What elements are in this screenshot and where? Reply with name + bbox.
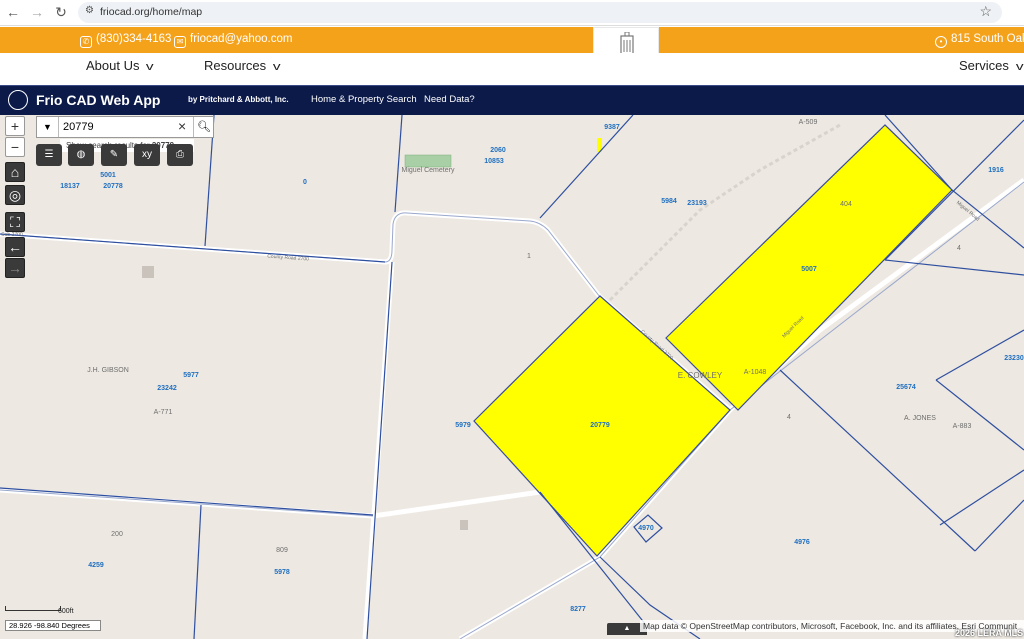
- scale-label: 600ft: [58, 608, 74, 615]
- menu-services[interactable]: Services v: [959, 58, 1024, 73]
- building-icon: [620, 32, 634, 54]
- coordinate-readout: 28.926 -98.840 Degrees: [5, 620, 101, 631]
- map-label: J.H. GIBSON: [87, 367, 129, 374]
- map-label: A-771: [154, 409, 173, 416]
- browser-toolbar: ← → ↻ ⚙ friocad.org/home/map ☆: [0, 0, 1024, 26]
- parcel-label: 8277: [570, 606, 586, 613]
- forward-icon[interactable]: →: [29, 4, 45, 20]
- parcel-label: 4970: [638, 525, 654, 532]
- search-source-dropdown[interactable]: ▼: [37, 117, 59, 137]
- parcel-label: 25674: [896, 384, 916, 391]
- link-need-data[interactable]: Need Data?: [424, 94, 475, 105]
- parcel-label: 23242: [157, 385, 177, 392]
- email-text: friocad@yahoo.com: [190, 33, 293, 45]
- parcel-map[interactable]: 9387 2060 10853 5001 20778 18137 0 5984 …: [0, 115, 1024, 639]
- main-menu: About Us v Resources v Services v: [0, 53, 1024, 83]
- map-canvas[interactable]: 9387 2060 10853 5001 20778 18137 0 5984 …: [0, 115, 1024, 639]
- app-title: Frio CAD Web App: [36, 92, 161, 108]
- map-label: 809: [276, 547, 288, 554]
- address-link[interactable]: • 815 South Oak: [935, 33, 1024, 48]
- parcel-label: 4976: [794, 539, 810, 546]
- parcel-label: 23193: [687, 200, 707, 207]
- parcel-label: 5979: [455, 422, 471, 429]
- url-text: friocad.org/home/map: [100, 6, 203, 18]
- zoom-out-button[interactable]: −: [5, 137, 25, 157]
- app-header: Frio CAD Web App by Pritchard & Abbott, …: [0, 85, 1024, 115]
- phone-icon: ✆: [80, 36, 92, 48]
- menu-about[interactable]: About Us v: [86, 58, 155, 73]
- email-link[interactable]: ✉ friocad@yahoo.com: [174, 33, 292, 48]
- map-label: 4: [787, 414, 791, 421]
- link-home-property-search[interactable]: Home & Property Search: [311, 94, 417, 105]
- parcel-label: 5001: [100, 172, 116, 179]
- location-icon: •: [935, 36, 947, 48]
- scale-bar: [5, 606, 61, 611]
- contact-bar: ✆ (830)334-4163 ✉ friocad@yahoo.com • 815 S…: [0, 27, 1024, 53]
- mail-icon: ✉: [174, 36, 186, 48]
- clear-icon[interactable]: ×: [178, 118, 186, 134]
- parcel-label: 5984: [661, 198, 677, 205]
- map-label: A-509: [799, 119, 818, 126]
- parcel-label: 1916: [988, 167, 1004, 174]
- measure-icon[interactable]: ✎: [101, 144, 127, 166]
- chevron-down-icon: v: [1015, 61, 1024, 73]
- parcel-label: 18137: [60, 183, 80, 190]
- menu-services-label: Services: [959, 58, 1009, 73]
- parcel-label: 5007: [801, 266, 817, 273]
- parcel-label: 5978: [274, 569, 290, 576]
- map-label: A-883: [953, 423, 972, 430]
- app-logo-icon: [8, 90, 28, 110]
- basemap-icon[interactable]: ◍: [68, 144, 94, 166]
- map-label: E. COWLEY: [678, 371, 723, 380]
- bookmark-star-icon[interactable]: ☆: [979, 3, 992, 20]
- parcel-label: 23230: [1004, 355, 1024, 362]
- parcel-label: 0: [303, 179, 307, 186]
- reload-icon[interactable]: ↻: [53, 4, 69, 20]
- zoom-in-button[interactable]: +: [5, 116, 25, 136]
- map-label: 404: [840, 201, 852, 208]
- coordinate-icon[interactable]: xy: [134, 144, 160, 166]
- address-text: 815 South Oak: [951, 33, 1024, 45]
- map-label: Miguel Cemetery: [402, 167, 455, 174]
- chevron-down-icon: v: [273, 61, 281, 73]
- app-byline: by Pritchard & Abbott, Inc.: [188, 95, 289, 104]
- parcel-label: 20778: [103, 183, 123, 190]
- locate-icon[interactable]: ◎: [5, 185, 25, 205]
- address-bar[interactable]: ⚙ friocad.org/home/map ☆: [78, 2, 1002, 23]
- next-extent-icon[interactable]: →: [5, 258, 25, 278]
- menu-resources[interactable]: Resources v: [204, 58, 281, 73]
- parcel-label: 10853: [484, 158, 504, 165]
- parcel-label: 2060: [490, 147, 506, 154]
- parcel-label: 5977: [183, 372, 199, 379]
- parcel-label: 9387: [604, 124, 620, 131]
- home-icon[interactable]: ⌂: [5, 162, 25, 182]
- watermark: 2026 LERA MLS: [955, 628, 1024, 638]
- map-label: A. JONES: [904, 415, 936, 422]
- map-label: 1: [527, 253, 531, 260]
- menu-about-label: About Us: [86, 58, 140, 73]
- map-label: 200: [111, 531, 123, 538]
- site-info-icon[interactable]: ⚙: [85, 5, 94, 16]
- search-icon[interactable]: 🔍︎: [193, 117, 214, 137]
- layer-list-icon[interactable]: ☰: [36, 144, 62, 166]
- menu-resources-label: Resources: [204, 58, 267, 73]
- previous-extent-icon[interactable]: ←: [5, 237, 25, 257]
- print-icon[interactable]: ⎙: [167, 144, 193, 166]
- phone-text: (830)334-4163: [96, 33, 172, 45]
- parcel-label: 20779: [590, 422, 610, 429]
- map-label: A-1048: [744, 369, 767, 376]
- parcel-label: 4259: [88, 562, 104, 569]
- search-input[interactable]: [63, 119, 173, 135]
- phone-link[interactable]: ✆ (830)334-4163: [80, 33, 171, 48]
- back-icon[interactable]: ←: [5, 4, 21, 20]
- fullscreen-icon[interactable]: ⛶: [5, 212, 25, 232]
- chevron-down-icon: v: [146, 61, 155, 73]
- map-label: 4: [957, 245, 961, 252]
- search-box: ▼ × 🔍︎: [36, 116, 214, 138]
